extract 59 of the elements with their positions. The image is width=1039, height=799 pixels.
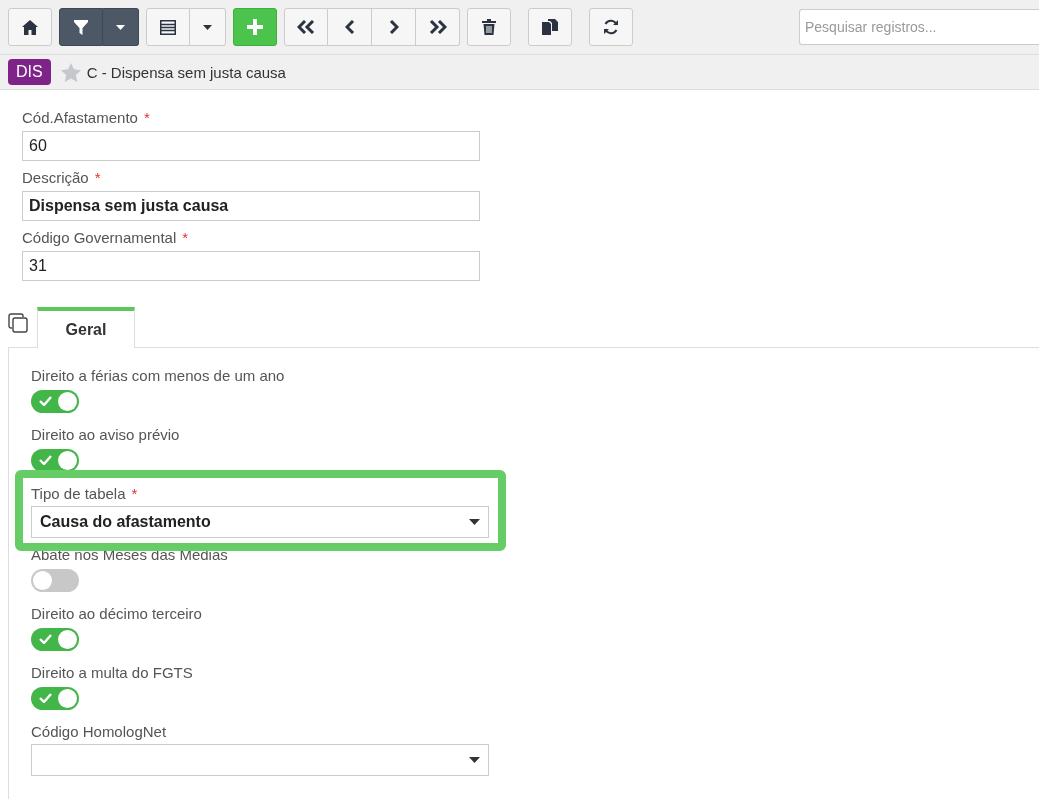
first-record-button[interactable] xyxy=(284,8,328,46)
caret-icon xyxy=(469,519,480,525)
double-right-icon xyxy=(428,20,447,34)
input-field[interactable]: Dispensa sem justa causa xyxy=(22,191,480,221)
select-field[interactable] xyxy=(31,744,489,776)
next-record-button[interactable] xyxy=(372,8,416,46)
add-button[interactable] xyxy=(233,8,277,46)
toggle-switch[interactable] xyxy=(31,449,79,472)
field-label: Descrição xyxy=(22,169,89,186)
record-badge: DIS xyxy=(8,59,51,85)
filter-icon xyxy=(74,19,88,35)
required-mark: * xyxy=(143,109,150,126)
check-icon xyxy=(39,396,52,406)
right-icon xyxy=(388,20,399,34)
toggle-label: Direito ao décimo terceiro xyxy=(31,605,203,623)
home-icon xyxy=(22,19,38,35)
required-mark: * xyxy=(131,485,138,502)
field-label: Cód.Afastamento xyxy=(22,109,138,126)
check-icon xyxy=(39,634,52,644)
caret-icon xyxy=(116,24,125,30)
field-label: Código Governamental xyxy=(22,229,177,246)
required-mark: * xyxy=(182,229,189,246)
home-button[interactable] xyxy=(8,8,52,46)
field-label: Código HomologNet xyxy=(31,723,167,740)
toggle-label: Direito a multa do FGTS xyxy=(31,664,194,682)
toggle-switch[interactable] xyxy=(31,628,79,651)
delete-button[interactable] xyxy=(467,8,511,46)
select-field[interactable]: Causa do afastamento xyxy=(31,506,489,538)
required-mark: * xyxy=(94,169,101,186)
input-field[interactable]: 60 xyxy=(22,131,480,161)
double-left-icon xyxy=(297,20,315,34)
toggle-label: Direito a férias com menos de um ano xyxy=(31,367,286,385)
toggle-label: Direito ao aviso prévio xyxy=(31,426,181,444)
star-icon[interactable] xyxy=(60,62,81,82)
check-icon xyxy=(39,455,52,465)
input-field[interactable]: 31 xyxy=(22,251,480,281)
caret-icon xyxy=(469,757,480,763)
toggle-switch[interactable] xyxy=(31,687,79,710)
previous-record-button[interactable] xyxy=(328,8,372,46)
toggle-switch[interactable] xyxy=(31,390,79,413)
last-record-button[interactable] xyxy=(416,8,460,46)
copy-icon[interactable] xyxy=(8,313,28,333)
duplicate-button[interactable] xyxy=(528,8,572,46)
refresh-button[interactable] xyxy=(589,8,633,46)
check-icon xyxy=(39,693,52,703)
table-icon xyxy=(160,19,176,35)
record-title: C - Dispensa sem justa causa xyxy=(86,63,286,81)
tab[interactable]: Geral xyxy=(37,307,135,348)
field-label: Tipo de tabela xyxy=(31,485,126,502)
refresh-icon xyxy=(603,19,619,35)
plus-icon xyxy=(247,19,263,35)
left-icon xyxy=(344,20,355,34)
search-field[interactable]: Pesquisar registros... xyxy=(799,9,1039,45)
caret-icon xyxy=(203,24,212,30)
trash-icon xyxy=(482,19,496,35)
grid-button[interactable] xyxy=(146,8,190,46)
filter-button[interactable] xyxy=(59,8,103,46)
copy-icon xyxy=(542,19,558,35)
toggle-switch[interactable] xyxy=(31,569,79,592)
